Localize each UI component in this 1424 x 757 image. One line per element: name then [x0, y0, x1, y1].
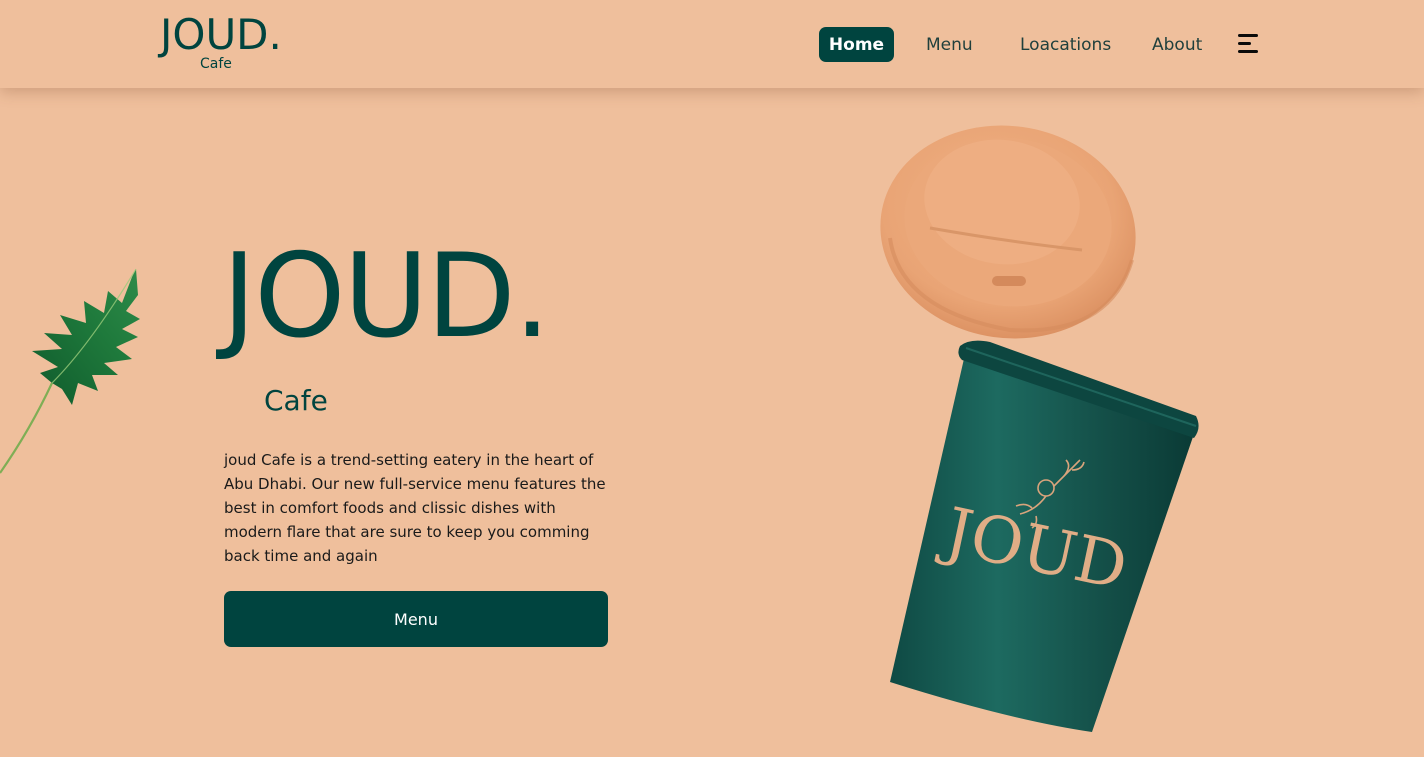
menu-button[interactable]: Menu [224, 591, 608, 647]
hero-description: joud Cafe is a trend-setting eatery in t… [224, 451, 606, 565]
monstera-leaf-icon [0, 268, 140, 474]
nav-home-link[interactable]: Home [819, 27, 894, 62]
logo-subtitle: Cafe [200, 56, 232, 72]
hero-subtitle: Cafe [264, 384, 328, 417]
hero-title: JOUD. [222, 229, 551, 364]
cup-lid [880, 125, 1136, 339]
logo-title: JOUD. [160, 10, 282, 59]
hamburger-icon[interactable] [1238, 34, 1260, 54]
nav-locations-link[interactable]: Loacations [1020, 27, 1111, 62]
page: JOUD. Cafe Home Menu Loacations About JO… [0, 0, 1424, 757]
logo[interactable]: JOUD. Cafe [160, 10, 300, 76]
nav-menu-link[interactable]: Menu [926, 27, 973, 62]
nav-about-link[interactable]: About [1152, 27, 1202, 62]
navbar: JOUD. Cafe Home Menu Loacations About [0, 0, 1424, 88]
coffee-cup-illustration: JOUD [880, 125, 1199, 732]
